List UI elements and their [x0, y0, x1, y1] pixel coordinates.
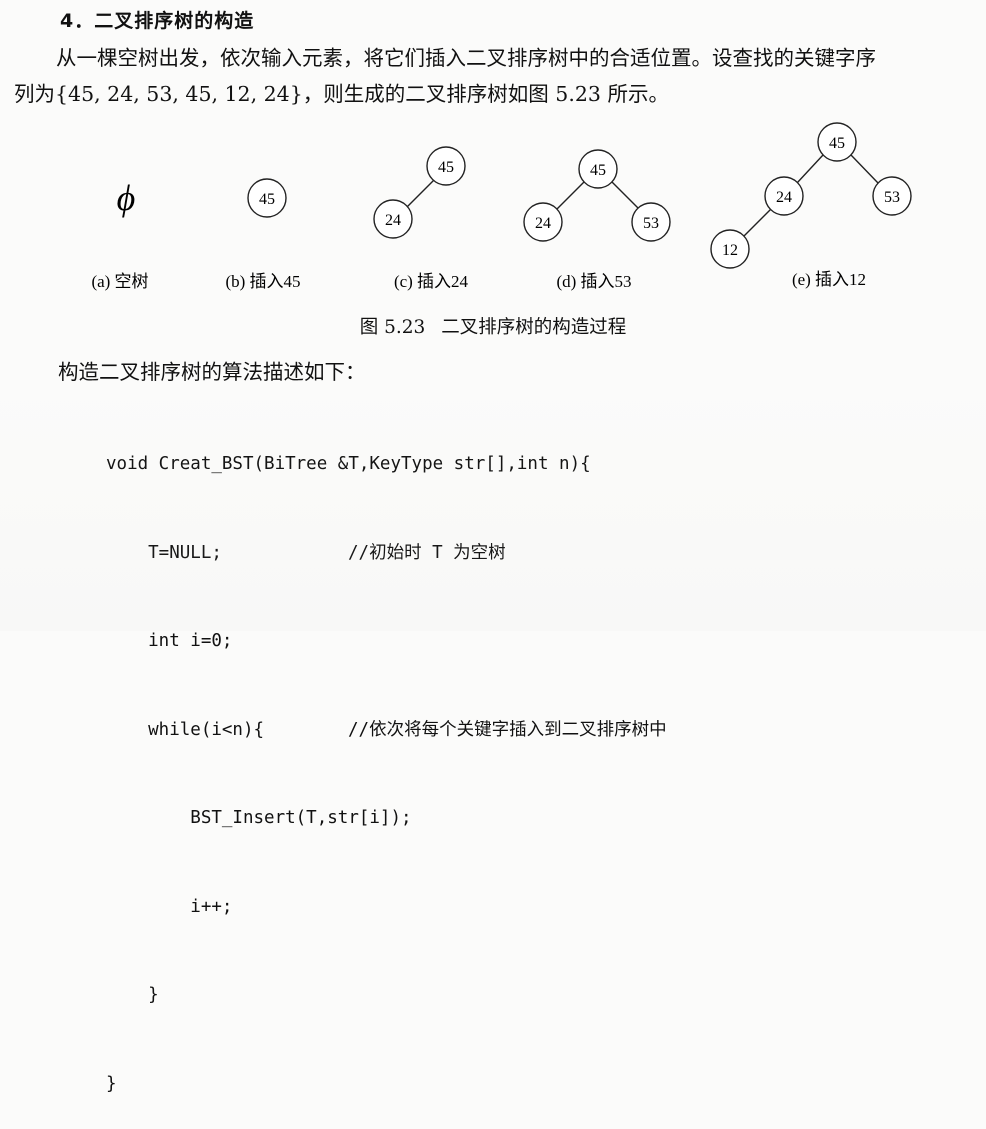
- code-text: while(i<n){: [106, 719, 265, 740]
- figure-number: 图 5.23: [359, 317, 426, 338]
- paragraph-line-2: 列为{45, 24, 53, 45, 12, 24}，则生成的二叉排序树如图 5…: [14, 82, 669, 106]
- section-heading: 4．二叉排序树的构造: [60, 10, 255, 32]
- code-text: int i=0;: [106, 631, 233, 651]
- panel-c-label: (c) 插入24: [394, 272, 469, 291]
- tree-edge: [796, 154, 824, 184]
- node-label: 53: [884, 189, 900, 206]
- node-label: 45: [259, 191, 275, 208]
- node-label: 53: [643, 215, 659, 232]
- tree-edge: [611, 181, 640, 210]
- tree-edge: [556, 181, 585, 210]
- code-line: }: [106, 1070, 591, 1100]
- code-text: BST_Insert(T,str[i]);: [106, 808, 412, 828]
- code-line: BST_Insert(T,str[i]);: [106, 804, 591, 834]
- panel-e-label: (e) 插入12: [792, 270, 866, 289]
- node-label: 24: [535, 215, 551, 232]
- code-text: T=NULL;: [106, 542, 222, 563]
- bst-construction-figure: ϕ (a) 空树 45 (b) 插入45 45 24 (c) 插入24 45 2…: [91, 122, 912, 291]
- panel-a: ϕ (a) 空树: [91, 178, 148, 291]
- paragraph-line-1: 从一棵空树出发，依次输入元素，将它们插入二叉排序树中的合适位置。设查找的关键字序: [56, 46, 876, 70]
- tree-edge: [850, 154, 879, 184]
- panel-c: 45 24 (c) 插入24: [373, 146, 469, 291]
- node-label: 45: [438, 159, 454, 176]
- panel-a-label: (a) 空树: [91, 272, 148, 291]
- figure-title: 二叉排序树的构造过程: [441, 317, 627, 338]
- node-label: 24: [776, 189, 792, 206]
- code-text: }: [106, 1073, 117, 1094]
- empty-tree-symbol: ϕ: [117, 178, 136, 218]
- code-line: int i=0;: [106, 627, 591, 657]
- algorithm-intro: 构造二叉排序树的算法描述如下：: [58, 360, 366, 384]
- code-line: while(i<n){ //依次将每个关键字插入到二叉排序树中: [106, 716, 666, 746]
- panel-d: 45 24 53 (d) 插入53: [523, 149, 671, 291]
- panel-d-label: (d) 插入53: [556, 272, 631, 291]
- tree-edge: [743, 208, 772, 237]
- node-label: 12: [722, 242, 738, 259]
- code-line: }: [106, 981, 591, 1011]
- panel-b-label: (b) 插入45: [225, 272, 300, 291]
- panel-b: 45 (b) 插入45: [225, 178, 301, 291]
- node-label: 45: [829, 135, 845, 152]
- code-text: void Creat_BST(BiTree &T,KeyType str[],i…: [106, 454, 591, 474]
- code-block: void Creat_BST(BiTree &T,KeyType str[],i…: [106, 391, 667, 1129]
- panel-e: 45 24 53 12 (e) 插入12: [710, 122, 912, 289]
- node-label: 24: [385, 212, 401, 229]
- code-comment: //初始时 T 为空树: [348, 542, 506, 563]
- code-line: i++;: [106, 893, 591, 923]
- figure-caption: 图 5.23 二叉排序树的构造过程: [0, 313, 986, 339]
- code-text: }: [106, 985, 159, 1005]
- code-text: i++;: [106, 896, 233, 917]
- code-comment: //依次将每个关键字插入到二叉排序树中: [348, 719, 667, 740]
- tree-edge: [406, 179, 435, 208]
- code-line: void Creat_BST(BiTree &T,KeyType str[],i…: [106, 450, 591, 480]
- intro-paragraph: 从一棵空树出发，依次输入元素，将它们插入二叉排序树中的合适位置。设查找的关键字序…: [14, 40, 980, 112]
- node-label: 45: [590, 162, 606, 179]
- code-line: T=NULL; //初始时 T 为空树: [106, 539, 591, 569]
